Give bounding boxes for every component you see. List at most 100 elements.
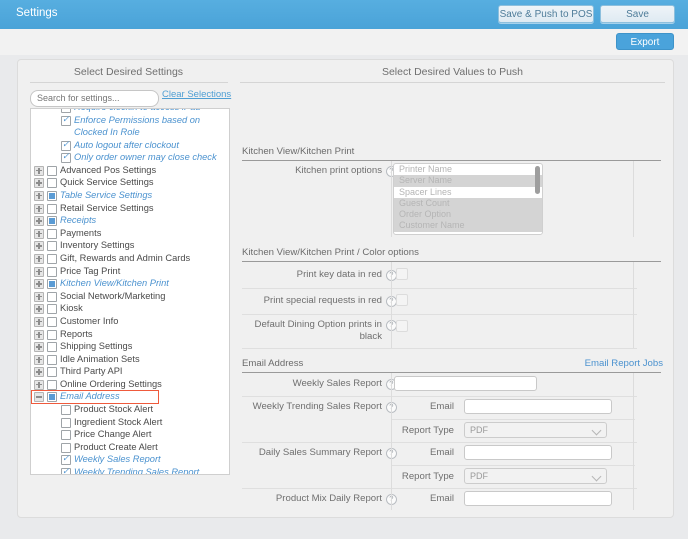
listbox-scrollbar[interactable] [535,166,540,194]
expand-icon[interactable] [34,253,44,264]
expand-icon[interactable] [34,354,44,365]
tree-item[interactable]: Weekly Sales Report [31,453,229,466]
kitchen-print-options-listbox[interactable]: Printer Name Server Name Spacer Lines Guest… [393,163,543,235]
tree-item[interactable]: Social Network/Marketing [31,290,229,303]
tree-item-label: Quick Service Settings [60,177,154,188]
expand-icon[interactable] [34,379,44,390]
tree-item-checkbox[interactable] [47,291,57,302]
tree-item-checkbox[interactable] [61,466,71,474]
tree-item-checkbox[interactable] [47,190,57,201]
tree-item-checkbox[interactable] [47,228,57,239]
tree-item[interactable]: Price Change Alert [31,428,229,441]
tree-item[interactable]: Payments [31,227,229,240]
tree-item[interactable]: Kiosk [31,302,229,315]
tree-item[interactable]: Gift, Rewards and Admin Cards [31,252,229,265]
listbox-option[interactable]: Printer Name [394,164,542,175]
tree-item-checkbox[interactable] [61,453,71,466]
report-type-select[interactable]: PDF [464,422,607,438]
expand-icon[interactable] [34,329,44,340]
expand-icon[interactable] [34,266,44,277]
settings-tree[interactable]: Require clockin to access iPadEnforce Pe… [30,108,230,475]
expand-icon[interactable] [34,178,44,189]
tree-item-label: Product Create Alert [74,441,158,452]
tree-item[interactable]: Retail Service Settings [31,202,229,215]
expand-icon[interactable] [34,304,44,315]
tree-item-checkbox[interactable] [61,109,71,113]
email-input[interactable] [464,491,612,506]
tree-item-checkbox[interactable] [47,304,57,315]
report-type-select[interactable]: PDF [464,468,607,484]
tree-item-checkbox[interactable] [61,442,71,453]
expand-icon[interactable] [34,367,44,378]
listbox-option[interactable]: Spacer Lines [394,187,542,198]
tree-item-checkbox[interactable] [47,178,57,189]
tree-item-checkbox[interactable] [47,367,57,378]
tree-item[interactable]: Idle Animation Sets [31,353,229,366]
tree-item[interactable]: Quick Service Settings [31,176,229,189]
tree-item-checkbox[interactable] [47,253,57,264]
clear-selections-link[interactable]: Clear Selections [162,89,231,100]
expand-icon[interactable] [34,279,44,290]
expand-icon[interactable] [34,228,44,239]
tree-item-checkbox[interactable] [61,405,71,416]
tree-item[interactable]: Price Tag Print [31,265,229,278]
tree-item-checkbox[interactable] [61,114,71,126]
tree-item[interactable]: Weekly Trending Sales Report [31,466,229,474]
tree-item[interactable]: Customer Info [31,315,229,328]
email-input[interactable] [464,399,612,414]
listbox-option[interactable]: Server Name [394,175,542,187]
tree-item-checkbox[interactable] [47,216,57,227]
tree-item[interactable]: Shipping Settings [31,340,229,353]
tree-item[interactable]: Only order owner may close check [31,151,229,164]
search-input[interactable] [30,89,159,107]
tree-item[interactable]: Table Service Settings [31,189,229,202]
tree-item[interactable]: Third Party API [31,365,229,378]
tree-item[interactable]: Email Address [31,390,229,403]
tree-item[interactable]: Enforce Permissions based on Clocked In … [31,114,229,139]
collapse-icon[interactable] [34,392,44,403]
expand-icon[interactable] [34,190,44,201]
tree-item-checkbox[interactable] [61,151,71,164]
tree-item-checkbox[interactable] [47,392,57,403]
listbox-option[interactable]: Customer Name [394,220,542,232]
tree-item[interactable]: Inventory Settings [31,239,229,252]
tree-item-checkbox[interactable] [47,203,57,214]
tree-item-checkbox[interactable] [47,329,57,340]
save-and-push-to-pos-button[interactable]: Save & Push to POS [498,5,594,23]
expand-icon[interactable] [34,165,44,176]
tree-item-checkbox[interactable] [61,417,71,428]
expand-icon[interactable] [34,241,44,252]
email-report-jobs-link[interactable]: Email Report Jobs [585,358,663,369]
tree-item-checkbox[interactable] [47,379,57,390]
expand-icon[interactable] [34,316,44,327]
expand-icon[interactable] [34,216,44,227]
tree-item[interactable]: Online Ordering Settings [31,378,229,391]
weekly-sales-report-input[interactable] [394,376,537,391]
tree-item[interactable]: Ingredient Stock Alert [31,416,229,429]
listbox-option[interactable]: Order Option [394,209,542,221]
expand-icon[interactable] [34,291,44,302]
export-button[interactable]: Export [616,33,674,50]
tree-item-checkbox[interactable] [47,165,57,176]
email-input[interactable] [464,445,612,460]
tree-item-checkbox[interactable] [47,279,57,290]
tree-item-checkbox[interactable] [47,241,57,252]
tree-item-checkbox[interactable] [61,139,71,151]
tree-item-checkbox[interactable] [47,266,57,277]
tree-item-checkbox[interactable] [47,342,57,353]
listbox-option[interactable]: Guest Count [394,197,542,210]
expand-icon[interactable] [34,342,44,353]
expand-icon[interactable] [34,203,44,214]
tree-item[interactable]: Kitchen View/Kitchen Print [31,277,229,290]
tree-item[interactable]: Advanced Pos Settings [31,164,229,177]
tree-item[interactable]: Auto logout after clockout [31,139,229,152]
title-bar: Settings Save & Push to POS Save [0,0,688,30]
tree-item[interactable]: Receipts [31,214,229,227]
save-button[interactable]: Save [600,5,675,23]
tree-item-checkbox[interactable] [61,430,71,441]
tree-item[interactable]: Reports [31,328,229,341]
tree-item[interactable]: Product Create Alert [31,441,229,454]
tree-item-checkbox[interactable] [47,354,57,365]
tree-item[interactable]: Product Stock Alert [31,403,229,416]
tree-item-checkbox[interactable] [47,316,57,327]
